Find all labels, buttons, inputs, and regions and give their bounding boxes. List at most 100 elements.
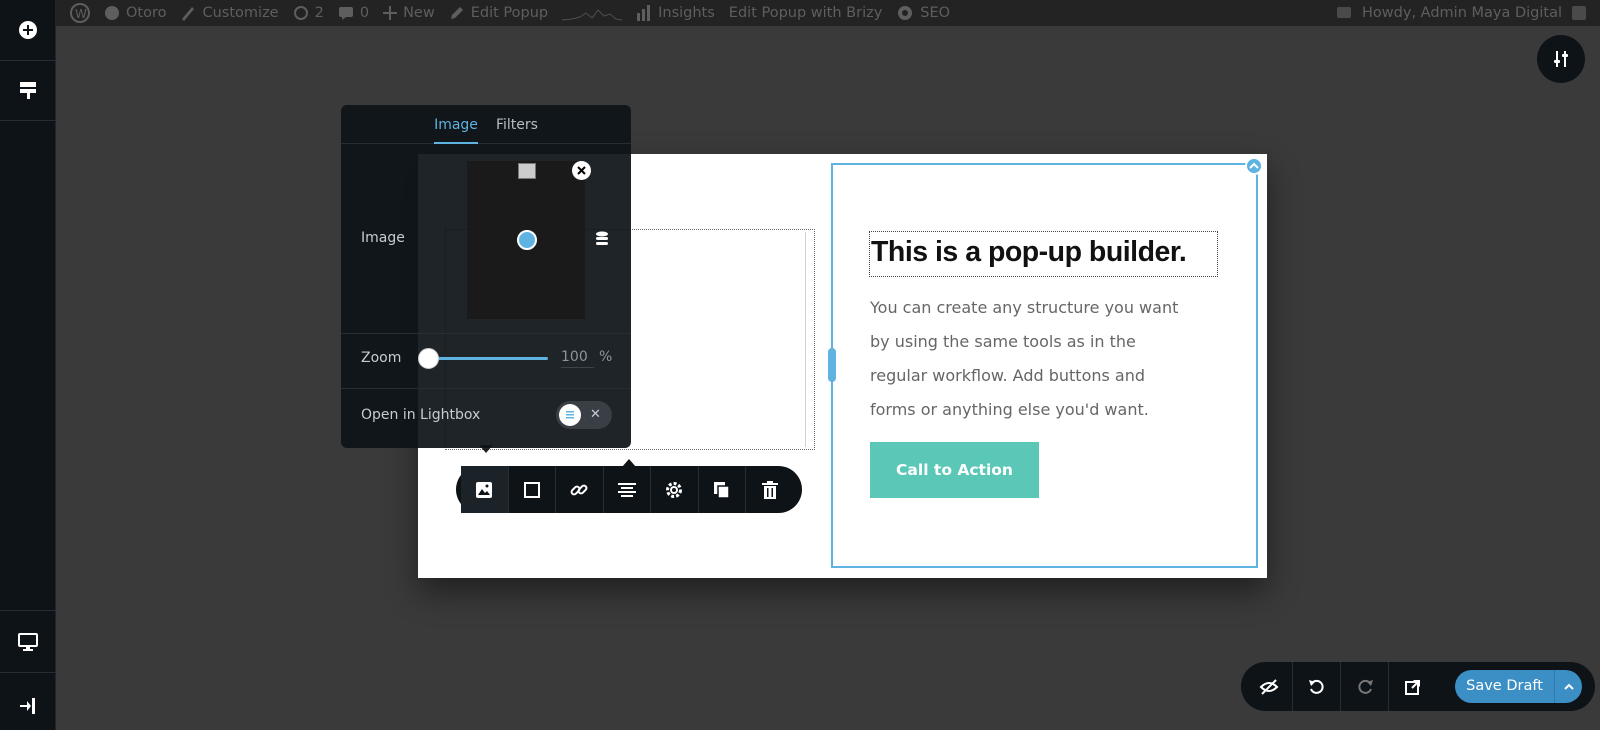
- undo-button[interactable]: [1293, 662, 1341, 711]
- zoom-value-input[interactable]: 100: [561, 349, 594, 368]
- brush-icon: [182, 7, 195, 21]
- toolbar-settings-button[interactable]: [651, 466, 699, 513]
- toolbar-link-button[interactable]: [556, 466, 604, 513]
- admin-bar-comments[interactable]: 0: [338, 5, 369, 21]
- zoom-slider-handle[interactable]: [418, 348, 439, 369]
- toolbar-border-button[interactable]: [509, 466, 556, 513]
- image-settings-panel: Image Filters Image Zoom Open in Lightbo…: [341, 105, 631, 448]
- exit-icon: [20, 698, 35, 714]
- panel-pointer: [479, 445, 493, 453]
- toolbar-duplicate-button[interactable]: [699, 466, 746, 513]
- svg-text:W: W: [75, 7, 87, 21]
- tab-image[interactable]: Image: [434, 105, 478, 144]
- save-draft-group: Save Draft: [1455, 670, 1582, 703]
- admin-bar-site-label: Otoro: [126, 5, 167, 21]
- admin-bar-account[interactable]: Howdy, Admin Maya Digital: [1336, 0, 1586, 26]
- toolbar-image-button[interactable]: [461, 466, 509, 513]
- comment-icon: [338, 7, 353, 20]
- plus-icon: [383, 6, 398, 20]
- admin-bar-updates[interactable]: 2: [293, 5, 324, 21]
- admin-bar-new[interactable]: New: [383, 5, 435, 21]
- wordpress-icon: W: [70, 3, 90, 23]
- media-library-button[interactable]: [595, 231, 609, 251]
- link-icon: [570, 484, 588, 495]
- gear-icon: [898, 6, 913, 20]
- blocks-button[interactable]: [0, 60, 56, 120]
- database-icon: [596, 231, 608, 245]
- desktop-icon: [18, 633, 38, 651]
- broken-image-icon: [518, 163, 536, 179]
- redo-icon: [1357, 679, 1373, 694]
- admin-bar-insights[interactable]: Insights: [636, 5, 715, 21]
- trash-icon: [761, 480, 778, 499]
- admin-bar-edit-popup[interactable]: Edit Popup: [449, 5, 548, 21]
- admin-bar-seo-label: SEO: [920, 5, 951, 21]
- toggle-off-icon: ✕: [590, 407, 601, 422]
- call-to-action-button[interactable]: Call to Action: [870, 442, 1039, 498]
- element-toolbar: [456, 466, 802, 513]
- close-icon: [577, 166, 586, 175]
- preview-toggle-button[interactable]: [1245, 662, 1293, 711]
- undo-icon: [1308, 679, 1324, 694]
- admin-bar-edit-brizy-label: Edit Popup with Brizy: [728, 5, 883, 21]
- exit-button[interactable]: [0, 676, 56, 730]
- column-toggle-button[interactable]: [1245, 157, 1263, 175]
- save-draft-button[interactable]: Save Draft: [1455, 670, 1555, 703]
- body-line: by using the same tools as in the: [870, 332, 1136, 351]
- remove-image-button[interactable]: [572, 161, 591, 180]
- panel-divider: [341, 333, 631, 334]
- eye-off-icon: [1259, 678, 1278, 695]
- left-sidebar: [0, 0, 56, 730]
- admin-bar-sparkline: [562, 5, 623, 21]
- paint-roller-icon: [20, 82, 36, 99]
- zoom-slider-track[interactable]: [428, 357, 548, 360]
- sliders-icon: [1554, 51, 1568, 67]
- tab-filters[interactable]: Filters: [496, 105, 538, 144]
- panel-tabs: Image Filters: [341, 105, 631, 144]
- wp-logo[interactable]: W: [70, 3, 90, 23]
- popup-heading[interactable]: This is a pop-up builder.: [871, 236, 1187, 269]
- toolbar-delete-button[interactable]: [746, 466, 794, 513]
- body-line: You can create any structure you want: [870, 298, 1179, 317]
- body-line: forms or anything else you'd want.: [870, 400, 1149, 419]
- align-center-icon: [617, 482, 636, 497]
- image-icon: [476, 481, 493, 498]
- admin-bar-greeting: Howdy, Admin Maya Digital: [1362, 5, 1562, 21]
- page-settings-button[interactable]: [1537, 35, 1585, 83]
- border-icon: [523, 481, 540, 498]
- chevron-up-icon: [1563, 683, 1574, 690]
- admin-bar-customize-label: Customize: [202, 5, 279, 21]
- admin-bar-new-label: New: [403, 5, 435, 21]
- sparkline-icon: [562, 9, 623, 21]
- sidebar-divider: [0, 120, 56, 121]
- popup-body-text[interactable]: You can create any structure you want by…: [870, 291, 1200, 427]
- external-link-icon: [1405, 679, 1420, 695]
- dashboard-icon: [105, 6, 119, 20]
- open-preview-button[interactable]: [1389, 662, 1437, 711]
- save-options-button[interactable]: [1555, 683, 1582, 691]
- admin-bar-edit-brizy[interactable]: Edit Popup with Brizy: [729, 5, 883, 21]
- focal-point-handle[interactable]: [517, 230, 537, 250]
- toolbar-align-button[interactable]: [604, 466, 651, 513]
- admin-bar-comments-count: 0: [359, 5, 370, 21]
- redo-button[interactable]: [1341, 662, 1389, 711]
- lightbox-row-label: Open in Lightbox: [361, 407, 481, 423]
- toggle-knob: [559, 404, 581, 426]
- device-preview-button[interactable]: [0, 612, 56, 672]
- admin-bar-site[interactable]: Otoro: [104, 5, 166, 21]
- admin-bar-customize[interactable]: Customize: [180, 5, 279, 21]
- image-row-label: Image: [361, 230, 405, 246]
- avatar: [1572, 6, 1586, 20]
- gear-icon: [666, 481, 683, 498]
- duplicate-icon: [713, 481, 730, 499]
- column-resize-handle[interactable]: [828, 348, 836, 382]
- bar-chart-icon: [637, 5, 651, 21]
- admin-bar-edit-popup-label: Edit Popup: [470, 5, 549, 21]
- panel-divider: [341, 388, 631, 389]
- admin-bar-insights-label: Insights: [658, 5, 715, 21]
- add-element-button[interactable]: [0, 0, 56, 60]
- sidebar-divider: [0, 672, 56, 673]
- admin-bar-seo[interactable]: SEO: [896, 4, 950, 22]
- admin-bar-updates-count: 2: [314, 5, 324, 21]
- zoom-row-label: Zoom: [361, 350, 402, 366]
